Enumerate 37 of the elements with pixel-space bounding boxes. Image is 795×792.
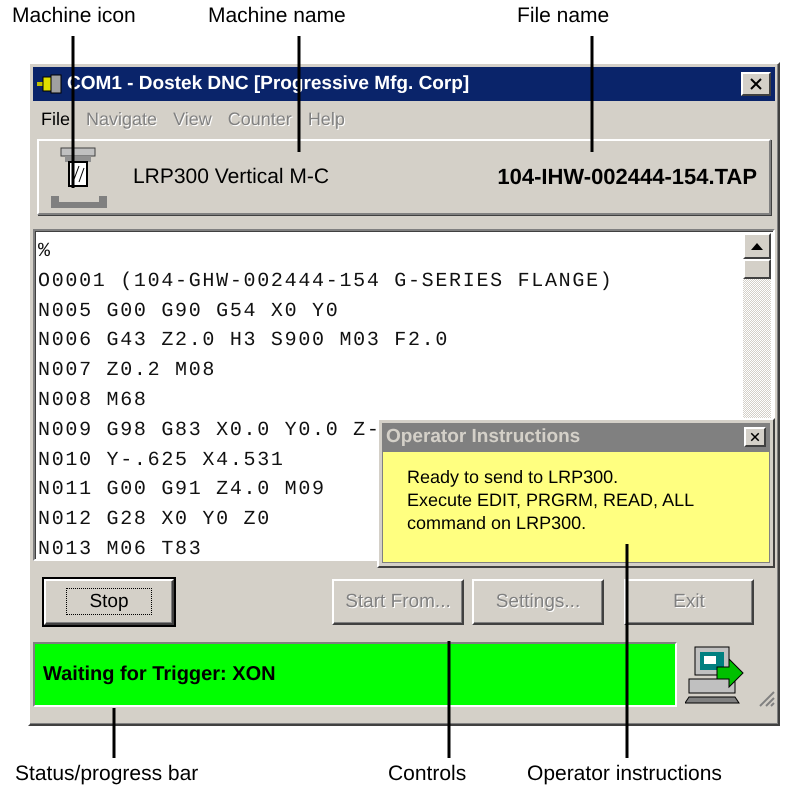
annotation-label: Status/progress bar <box>15 762 198 786</box>
machine-name: LRP300 Vertical M-C <box>133 165 330 189</box>
annotation-label: Machine icon <box>12 4 136 28</box>
instruction-text: command on LRP300. <box>407 512 588 535</box>
connector-icon <box>37 74 63 94</box>
window-title: COM1 - Dostek DNC [Progressive Mfg. Corp] <box>67 73 470 95</box>
close-icon <box>748 76 764 92</box>
leader-line <box>112 708 116 758</box>
code-line: N012 G28 X0 Y0 Z0 <box>38 508 271 532</box>
scroll-up-button[interactable] <box>743 233 771 259</box>
file-name: 104-IHW-002444-154.TAP <box>497 164 757 190</box>
code-line: N009 G98 G83 X0.0 Y0.0 Z- <box>38 418 381 442</box>
up-arrow-icon <box>751 242 763 250</box>
code-line: N005 G00 G90 G54 X0 Y0 <box>38 300 340 323</box>
annotation-label: File name <box>517 4 610 28</box>
code-line: N013 M06 T83 <box>38 538 202 559</box>
annotation-label: Operator instructions <box>527 762 722 786</box>
code-line: N006 G43 Z2.0 H3 S900 M03 F2.0 <box>38 329 450 352</box>
scroll-thumb[interactable] <box>743 259 771 279</box>
annotation-label: Controls <box>388 762 466 786</box>
annotation-label: Machine name <box>208 4 346 28</box>
code-line: N010 Y-.625 X4.531 <box>38 448 285 472</box>
status-bar: Waiting for Trigger: XON <box>33 642 677 707</box>
instruction-text: Ready to send to LRP300. <box>407 466 620 489</box>
resize-grip-icon[interactable] <box>757 689 775 707</box>
close-button[interactable] <box>741 72 771 96</box>
code-line: O0001 (104-GHW-002444-154 G-SERIES FLANGE) <box>38 270 614 293</box>
code-line: N008 M68 <box>38 388 148 412</box>
popup-title: Operator Instructions <box>386 426 582 448</box>
command-button[interactable]: Stop <box>44 579 174 625</box>
code-line: N011 G00 G91 Z4.0 M09 <box>38 478 326 502</box>
menu-item[interactable]: File <box>37 106 82 132</box>
close-button[interactable] <box>744 427 766 447</box>
code-line: % <box>38 240 52 263</box>
instruction-text: Execute EDIT, PRGRM, READ, ALL <box>407 489 696 512</box>
code-line: N007 Z0.2 M08 <box>38 359 216 382</box>
close-icon <box>749 431 761 443</box>
